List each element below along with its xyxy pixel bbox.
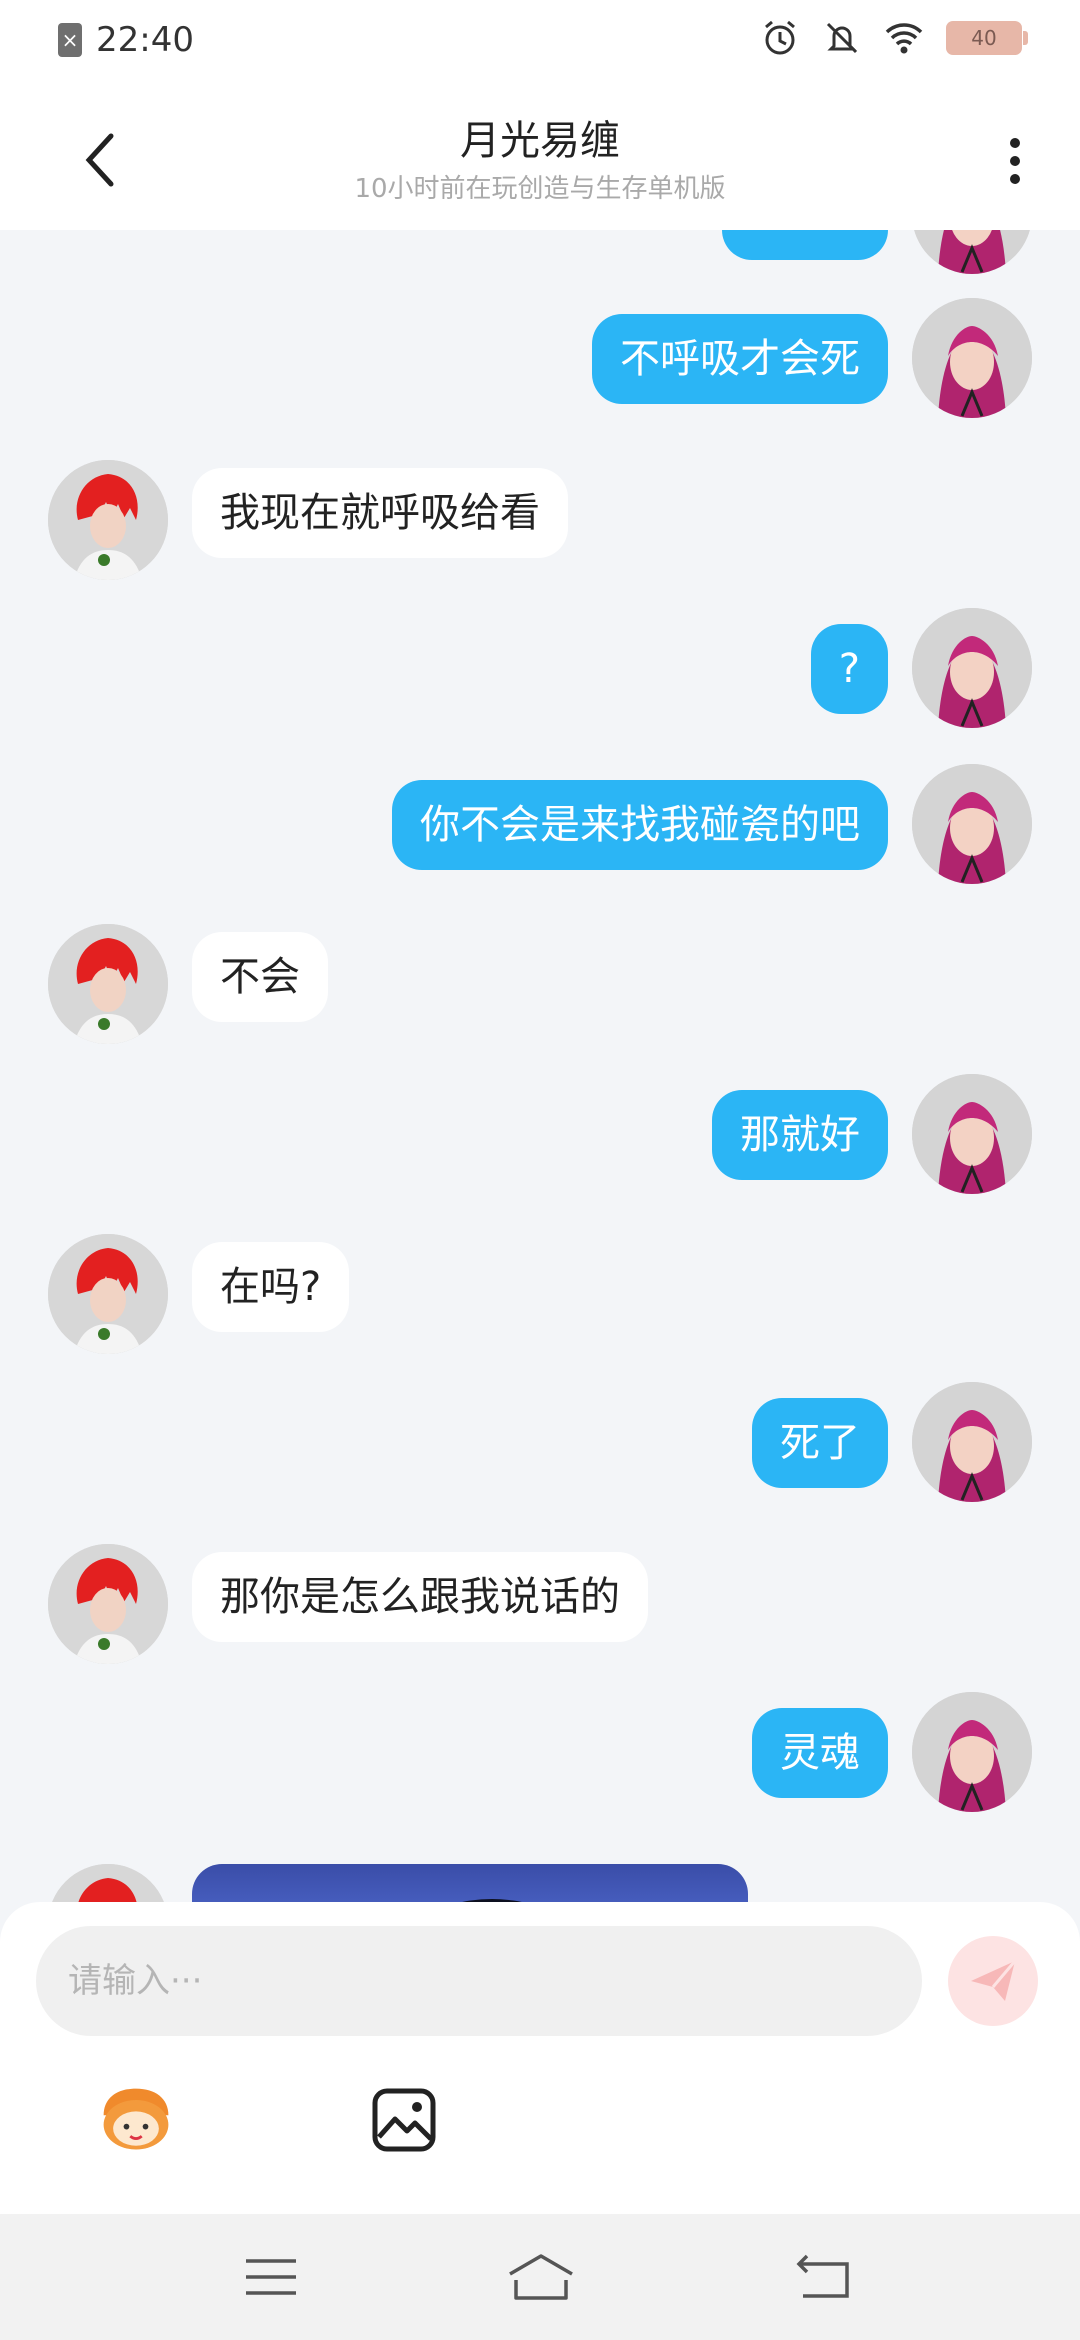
my-avatar[interactable] [912, 298, 1032, 418]
image-picker-icon [372, 2088, 436, 2152]
status-left: × 22:40 [58, 20, 194, 60]
menu-icon [246, 2259, 296, 2295]
my-avatar[interactable] [912, 608, 1032, 728]
my-avatar[interactable] [912, 764, 1032, 884]
image-button[interactable] [364, 2080, 444, 2160]
sim-x-icon: × [58, 23, 82, 57]
contact-avatar[interactable] [48, 924, 168, 1044]
message-bubble[interactable]: 我现在就呼吸给看 [192, 468, 568, 558]
more-button[interactable] [990, 124, 1040, 198]
emoji-mascot-icon [103, 2088, 169, 2150]
contact-avatar[interactable] [48, 460, 168, 580]
image-message[interactable] [192, 1864, 748, 1902]
message-bubble[interactable]: ? [810, 624, 888, 714]
message-bubble[interactable]: 不呼吸才会死 [592, 314, 888, 404]
message-bubble[interactable]: 那你是怎么跟我说话的 [192, 1552, 648, 1642]
battery-icon: 40 [946, 21, 1028, 55]
nav-home-button[interactable] [496, 2244, 586, 2310]
wifi-icon [885, 23, 923, 54]
message-bubble[interactable]: 不会 [192, 932, 328, 1022]
message-bubble[interactable]: 那就好 [712, 1090, 888, 1180]
back-icon [796, 2254, 849, 2298]
message-bubble[interactable]: 灵魂 [752, 1708, 888, 1798]
my-avatar[interactable] [912, 1382, 1032, 1502]
nav-back-button[interactable] [778, 2244, 868, 2310]
more-vertical-icon [1010, 138, 1020, 148]
status-right: 40 [760, 18, 1028, 58]
chat-title: 月光易缠 [460, 118, 620, 164]
system-nav-bar [0, 2214, 1080, 2340]
nav-menu-button[interactable] [226, 2244, 316, 2310]
send-button[interactable] [948, 1936, 1038, 2026]
my-avatar[interactable] [912, 1074, 1032, 1194]
my-avatar[interactable] [912, 1692, 1032, 1812]
message-input[interactable] [36, 1926, 922, 2036]
contact-avatar[interactable] [48, 1234, 168, 1354]
more-dot [1010, 174, 1020, 184]
status-time: 22:40 [96, 20, 194, 60]
contact-avatar[interactable] [48, 1544, 168, 1664]
message-bubble[interactable]: 死了 [752, 1398, 888, 1488]
chat-subtitle: 10小时前在玩创造与生存单机版 [354, 174, 726, 204]
status-bar: × 22:40 40 [0, 0, 1080, 84]
chat-header: 月光易缠 10小时前在玩创造与生存单机版 [0, 84, 1080, 230]
contact-avatar[interactable] [48, 1864, 168, 1902]
chat-messages[interactable]: 不呼吸才会死 我现在就呼吸给看 ? 你不会是来找我碰瓷的吧 不会 那就好 在吗?… [0, 230, 1080, 1902]
send-icon [971, 1960, 1017, 2001]
message-bubble[interactable]: 在吗? [192, 1242, 350, 1332]
message-bubble[interactable] [722, 230, 888, 260]
home-icon [509, 2254, 573, 2300]
alarm-icon [765, 20, 795, 55]
emoji-button[interactable] [96, 2080, 176, 2160]
input-panel [0, 1902, 1080, 2214]
message-bubble[interactable]: 你不会是来找我碰瓷的吧 [392, 780, 888, 870]
more-dot [1010, 156, 1020, 166]
mute-icon [826, 22, 858, 54]
my-avatar[interactable] [912, 230, 1032, 274]
